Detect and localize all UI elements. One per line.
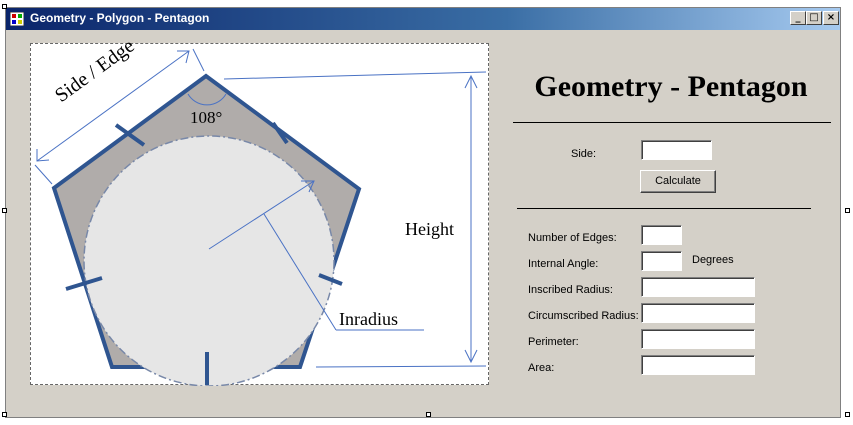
area-label: Area: [528,362,555,374]
results-divider [517,208,811,209]
window-title: Geometry - Polygon - Pentagon [30,11,210,25]
circumscribed-radius-label: Circumscribed Radius: [528,310,639,322]
close-button[interactable]: × [823,11,839,25]
title-divider [513,122,831,123]
perimeter-label: Perimeter: [528,336,579,348]
degrees-unit-label: Degrees [692,254,734,266]
circumscribed-radius-output[interactable] [641,303,755,323]
resize-handle-right[interactable] [845,208,850,213]
side-label: Side: [571,148,597,160]
minimize-icon: _ [795,12,801,23]
edges-output[interactable] [641,225,682,245]
maximize-button[interactable]: □ [806,11,822,25]
form-title: Geometry - Pentagon [534,70,808,103]
resize-handle-bottom-right[interactable] [845,412,850,417]
inscribed-radius-output[interactable] [641,277,755,297]
side-input[interactable] [641,140,712,160]
internal-angle-output[interactable] [641,251,682,271]
close-icon: × [826,12,836,23]
title-bar[interactable]: Geometry - Polygon - Pentagon _ □ × [6,8,840,30]
pentagon-figure [34,48,487,386]
height-label: Height [405,219,454,239]
calculate-button[interactable]: Calculate [640,170,716,193]
perimeter-output[interactable] [641,329,755,349]
resize-handle-left[interactable] [2,208,7,213]
resize-handle-bottom[interactable] [426,412,431,417]
resize-handle-top-left[interactable] [2,4,7,9]
inscribed-radius-label: Inscribed Radius: [528,284,613,296]
inradius-label: Inradius [339,309,398,329]
minimize-button[interactable]: _ [790,11,806,25]
inscribed-circle [83,135,335,386]
app-icon [10,12,24,26]
pentagon-diagram: Side / Edge 108° Height Inradius [30,35,489,386]
angle-label: 108° [190,108,223,127]
maximize-icon: □ [809,12,819,23]
internal-angle-label: Internal Angle: [528,258,599,270]
edges-label: Number of Edges: [528,232,617,244]
resize-handle-bottom-left[interactable] [2,412,7,417]
area-output[interactable] [641,355,755,375]
